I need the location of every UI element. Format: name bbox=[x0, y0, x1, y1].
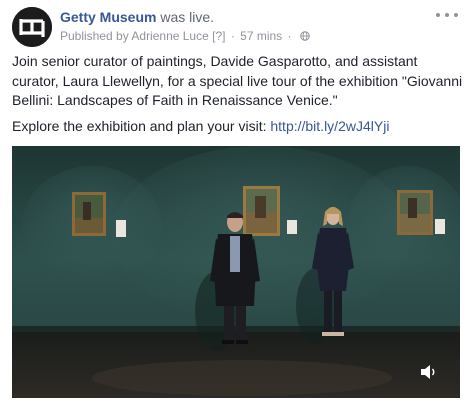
label-card bbox=[116, 220, 126, 237]
live-video-player[interactable] bbox=[12, 146, 460, 398]
edit-marker[interactable]: [?] bbox=[212, 29, 225, 43]
painting-right bbox=[397, 190, 433, 235]
video-frame bbox=[12, 146, 460, 398]
exhibition-link[interactable]: http://bit.ly/2wJ4lYji bbox=[270, 118, 389, 134]
live-status-text: was live. bbox=[160, 9, 215, 25]
post-title: Getty Museum was live. bbox=[60, 8, 214, 26]
post-paragraph-2-text: Explore the exhibition and plan your vis… bbox=[12, 117, 271, 134]
meta-separator: · bbox=[230, 29, 235, 43]
post-paragraph-2: Explore the exhibition and plan your vis… bbox=[12, 117, 464, 137]
post-message: Join senior curator of paintings, Davide… bbox=[12, 52, 464, 142]
label-card bbox=[435, 219, 445, 234]
post-timestamp[interactable]: 57 mins bbox=[240, 29, 282, 43]
meta-separator-2: · bbox=[287, 29, 292, 43]
painting-center bbox=[243, 186, 280, 236]
live-video-post: Getty Museum was live. Published by Adri… bbox=[0, 0, 472, 409]
getty-logo-icon[interactable] bbox=[12, 7, 52, 47]
post-paragraph-1: Join senior curator of paintings, Davide… bbox=[12, 53, 463, 108]
page-name-link[interactable]: Getty Museum bbox=[60, 9, 156, 25]
label-card bbox=[287, 220, 297, 234]
post-meta: Published by Adrienne Luce [?] · 57 mins… bbox=[60, 28, 310, 44]
painting-left bbox=[72, 192, 106, 236]
speaker-icon[interactable] bbox=[420, 364, 438, 380]
globe-icon[interactable] bbox=[300, 29, 310, 41]
more-options-icon[interactable] bbox=[436, 8, 458, 22]
published-by-text: Published by Adrienne Luce bbox=[60, 29, 209, 43]
